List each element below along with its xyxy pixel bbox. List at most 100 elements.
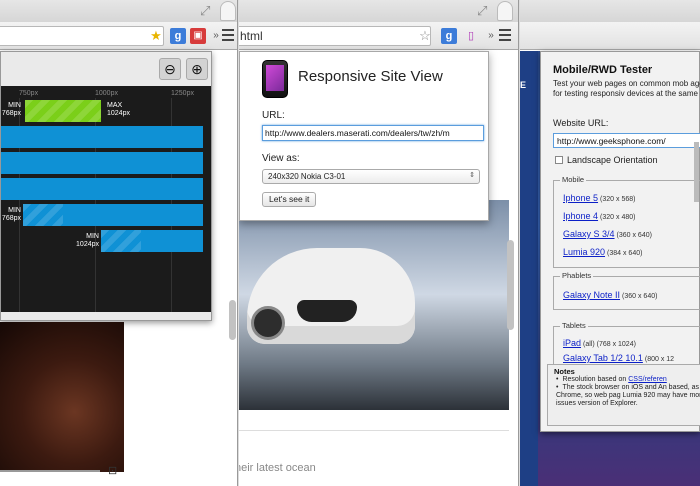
breakpoint-bar[interactable] (1, 152, 203, 174)
toolbar (520, 22, 700, 50)
device-link[interactable]: iPad (563, 338, 581, 348)
tab-strip (520, 0, 700, 22)
min-marker: MIN 1024px (71, 233, 99, 249)
group-legend: Tablets (560, 321, 588, 330)
tab-strip: ⤢ (0, 0, 237, 22)
zoom-in-icon: ⊕ (191, 61, 203, 77)
landscape-label: Landscape Orientation (567, 155, 658, 165)
device-link[interactable]: Galaxy Note II (563, 290, 620, 300)
min-label: MIN (8, 207, 21, 214)
address-bar[interactable] (0, 26, 164, 46)
resize-icon[interactable]: ⊡ (108, 464, 117, 477)
phone-icon (262, 60, 288, 98)
profile-avatar[interactable] (220, 1, 236, 21)
address-text: html (240, 29, 263, 43)
breakpoint-bar[interactable] (101, 230, 203, 252)
device-size: (320 x 568) (600, 196, 636, 203)
device-item[interactable]: Galaxy S 3/4 (360 x 640) (563, 229, 652, 239)
mobile-group: Mobile Iphone 5 (320 x 568) Iphone 4 (320 … (553, 175, 700, 268)
zoom-out-icon: ⊖ (164, 61, 176, 77)
device-link[interactable]: Galaxy S 3/4 (563, 229, 615, 239)
min-label: MIN (8, 102, 21, 109)
responsive-extension-icon[interactable]: ▣ (190, 28, 206, 44)
mobile-rwd-tester-panel: Mobile/RWD Tester Test your web pages on… (540, 51, 700, 432)
device-select[interactable]: 240x320 Nokia C3-01 ⇕ (262, 169, 480, 184)
responsive-site-view-popup: Responsive Site View URL: http://www.dea… (239, 51, 489, 221)
device-size: (all) (768 x 1024) (583, 341, 636, 348)
bar-stripe (25, 100, 101, 122)
min-marker: MIN 768px (1, 102, 21, 118)
breakpoint-bar[interactable] (23, 204, 203, 226)
breakpoint-panel: ⊖ ⊕ 750px 1000px 1250px MIN 768px MAX 10… (0, 51, 212, 321)
checkbox-box[interactable] (555, 156, 563, 164)
tagline-text: heir latest ocean (239, 462, 316, 474)
profile-avatar[interactable] (497, 1, 513, 21)
max-marker: MAX 1024px (107, 102, 130, 118)
zoom-in-button[interactable]: ⊕ (186, 58, 208, 80)
note-link[interactable]: CSS/referen (628, 376, 667, 383)
breakpoint-chart: 750px 1000px 1250px MIN 768px MAX 1024px (1, 86, 211, 312)
device-link[interactable]: Iphone 5 (563, 193, 598, 203)
bookmark-star-icon[interactable]: ☆ (417, 28, 433, 44)
notes-box: Notes Resolution based on CSS/referen Th… (547, 364, 700, 426)
min-value: 1024px (76, 241, 99, 248)
zoom-out-button[interactable]: ⊖ (159, 58, 181, 80)
tablets-group: Tablets iPad (all) (768 x 1024) Galaxy Ta… (553, 321, 700, 366)
min-value: 768px (1, 110, 21, 117)
min-value: 768px (1, 215, 21, 222)
menu-icon[interactable] (499, 29, 511, 41)
phone-extension-icon[interactable]: ▯ (463, 28, 479, 44)
page-photo (0, 322, 124, 472)
browser-window-left: ⤢ ★ g ▣ » ⊖ ⊕ 750px 1000px 1250px MIN 76… (0, 0, 238, 486)
vertical-scrollbar[interactable] (507, 240, 514, 330)
breakpoint-bar[interactable] (1, 126, 203, 148)
device-link[interactable]: Galaxy Tab 1/2 10.1 (563, 353, 643, 363)
address-bar[interactable]: html (239, 26, 431, 46)
toolbar: ★ g ▣ » (0, 22, 237, 50)
google-extension-icon[interactable]: g (170, 28, 186, 44)
device-item[interactable]: Galaxy Tab 1/2 10.1 (800 x 12 (563, 353, 674, 363)
device-item[interactable]: Galaxy Note II (360 x 640) (563, 290, 657, 300)
website-url-label: Website URL: (553, 118, 609, 128)
device-size: (320 x 480) (600, 214, 636, 221)
group-legend: Mobile (560, 175, 587, 184)
note-item: The stock browser on iOS and An based, a… (556, 384, 700, 408)
browser-window-right: E Mobile/RWD Tester Test your web pages … (520, 0, 700, 486)
device-item[interactable]: iPad (all) (768 x 1024) (563, 338, 636, 348)
horizontal-scrollbar[interactable] (0, 470, 100, 472)
phablets-group: Phablets Galaxy Note II (360 x 640) (553, 271, 700, 310)
breakpoint-bar[interactable] (1, 178, 203, 200)
divider (239, 430, 509, 431)
notes-title: Notes (554, 367, 575, 376)
device-item[interactable]: Iphone 5 (320 x 568) (563, 193, 635, 203)
menu-icon[interactable] (222, 29, 234, 41)
landscape-checkbox[interactable]: Landscape Orientation (555, 155, 658, 165)
device-size: (360 x 640) (616, 232, 652, 239)
car-wheel (251, 306, 285, 340)
device-size: (360 x 640) (622, 293, 658, 300)
breakpoint-bar-green[interactable] (25, 100, 101, 122)
device-item[interactable]: Lumia 920 (384 x 640) (563, 247, 642, 257)
vertical-scrollbar[interactable] (229, 300, 236, 340)
website-url-input[interactable]: http://www.geeksphone.com/ (553, 133, 700, 148)
device-link[interactable]: Iphone 4 (563, 211, 598, 221)
car-grille (297, 300, 357, 322)
device-link[interactable]: Lumia 920 (563, 247, 605, 257)
device-size: (800 x 12 (644, 356, 675, 363)
browser-window-middle: ⤢ html ☆ g ▯ » R A heir latest ocean Res… (239, 0, 519, 486)
fullscreen-icon[interactable]: ⤢ (477, 3, 487, 19)
url-label: URL: (262, 110, 285, 121)
site-logo-fragment: E (520, 80, 527, 90)
bookmark-star-icon[interactable]: ★ (148, 28, 164, 44)
site-strip (520, 51, 538, 486)
max-value: 1024px (107, 110, 130, 117)
see-it-button[interactable]: Let's see it (262, 192, 317, 207)
fullscreen-icon[interactable]: ⤢ (200, 3, 210, 19)
device-item[interactable]: Iphone 4 (320 x 480) (563, 211, 635, 221)
overflow-chevron-icon[interactable]: » (483, 28, 499, 44)
vertical-scrollbar[interactable] (694, 142, 699, 202)
panel-description: Test your web pages on common mob agents… (553, 79, 700, 98)
max-label: MAX (107, 102, 123, 109)
google-extension-icon[interactable]: g (441, 28, 457, 44)
url-input[interactable]: http://www.dealers.maserati.com/dealers/… (262, 125, 484, 141)
